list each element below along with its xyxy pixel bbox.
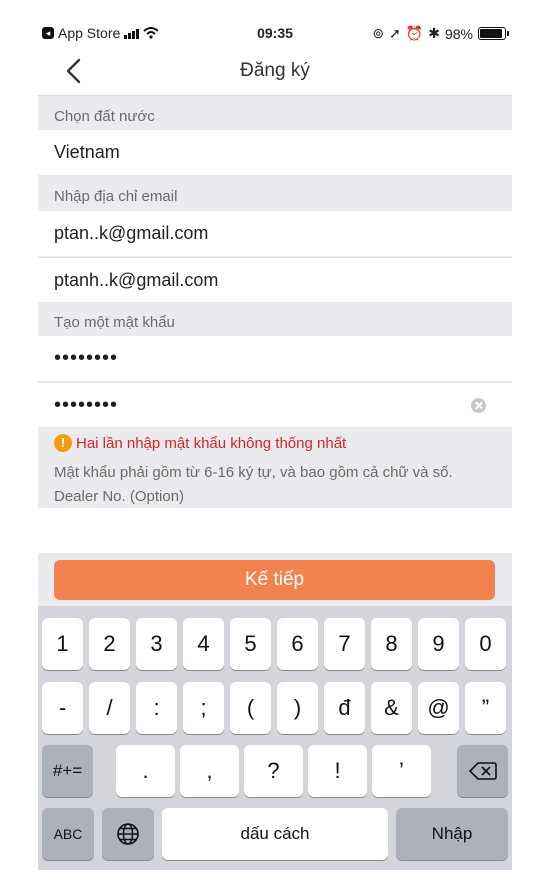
bottom-margin [0, 870, 550, 888]
punctuation-key-0[interactable]: . [116, 745, 175, 797]
number-key-8[interactable]: 9 [418, 618, 459, 670]
hint-text: Mật khẩu phải gồm từ 6-16 ký tự, và bao … [54, 464, 453, 481]
warning-icon: ! [54, 434, 72, 452]
password-confirm-field[interactable]: •••••••• [38, 382, 512, 427]
email-label: Nhập địa chỉ email [38, 176, 512, 210]
number-key-3[interactable]: 4 [183, 618, 224, 670]
phone-screen: ◂ App Store 09:35 ⊚ ➚ ⏰ ✱ 98% Đăng ký Ch… [38, 0, 512, 888]
symbol-key-7[interactable]: & [371, 682, 412, 734]
number-key-6[interactable]: 7 [324, 618, 365, 670]
password-label: Tạo một mật khẩu [38, 302, 512, 336]
symbol-key-6[interactable]: đ [324, 682, 365, 734]
clear-icon[interactable] [471, 398, 486, 413]
keyboard: 1234567890 - /:;() đ & @” #+= .,?!’ ABC dấu … [38, 606, 512, 870]
email-confirm-field[interactable]: ptanh..k@gmail.com [38, 257, 512, 302]
punctuation-key-1[interactable]: , [180, 745, 239, 797]
number-key-1[interactable]: 2 [89, 618, 130, 670]
email-field[interactable]: ptan..k@gmail.com [38, 211, 512, 256]
punctuation-key-4[interactable]: ’ [372, 745, 431, 797]
page-title: Đăng ký [240, 60, 310, 81]
symbol-key-8[interactable]: @ [418, 682, 459, 734]
error-message: ! Hai lần nhập mật khẩu không thống nhất [54, 434, 346, 452]
battery-fill [480, 29, 502, 38]
password-field[interactable]: •••••••• [38, 336, 512, 381]
symbol-key-0[interactable]: - [42, 682, 83, 734]
number-key-7[interactable]: 8 [371, 618, 412, 670]
symbol-key-1[interactable]: / [89, 682, 130, 734]
dealer-label: Dealer No. (Option) [54, 488, 185, 505]
password-confirm-value: •••••••• [54, 394, 119, 416]
next-button[interactable]: Kế tiếp [54, 560, 495, 600]
space-key[interactable]: dấu cách [162, 808, 388, 860]
symbol-key-2[interactable]: : [136, 682, 177, 734]
country-field[interactable]: Vietnam [38, 130, 512, 175]
rotation-lock-icon: ⊚ [372, 25, 385, 41]
symbols-key[interactable]: #+= [42, 745, 93, 797]
location-icon: ➚ [389, 25, 401, 41]
globe-icon [117, 823, 139, 845]
dealer-field[interactable] [38, 508, 512, 553]
password-hint: Mật khẩu phải gồm từ 6-16 ký tự, và bao … [54, 461, 504, 509]
number-key-9[interactable]: 0 [465, 618, 506, 670]
punctuation-key-2[interactable]: ? [244, 745, 303, 797]
battery-icon [478, 27, 509, 40]
abc-key[interactable]: ABC [42, 808, 94, 860]
symbol-key-3[interactable]: ; [183, 682, 224, 734]
symbol-key-9[interactable]: ” [465, 682, 506, 734]
country-label: Chọn đất nước [38, 96, 512, 130]
backspace-key[interactable] [457, 745, 508, 797]
number-key-4[interactable]: 5 [230, 618, 271, 670]
symbol-key-5[interactable]: ) [277, 682, 318, 734]
error-text: Hai lần nhập mật khẩu không thống nhất [76, 434, 347, 452]
globe-key[interactable] [102, 808, 154, 860]
alarm-icon: ⏰ [405, 25, 424, 41]
bluetooth-icon: ✱ [428, 25, 440, 41]
battery-percent: 98% [444, 25, 473, 42]
number-key-0[interactable]: 1 [42, 618, 83, 670]
number-key-2[interactable]: 3 [136, 618, 177, 670]
symbol-key-4[interactable]: ( [230, 682, 271, 734]
punctuation-key-3[interactable]: ! [308, 745, 367, 797]
number-key-5[interactable]: 6 [277, 618, 318, 670]
return-key[interactable]: Nhập [396, 808, 508, 860]
backspace-icon [468, 762, 497, 780]
status-right: ⊚ ➚ ⏰ ✱ 98% [372, 25, 509, 42]
navigation-bar: Đăng ký [38, 48, 512, 96]
